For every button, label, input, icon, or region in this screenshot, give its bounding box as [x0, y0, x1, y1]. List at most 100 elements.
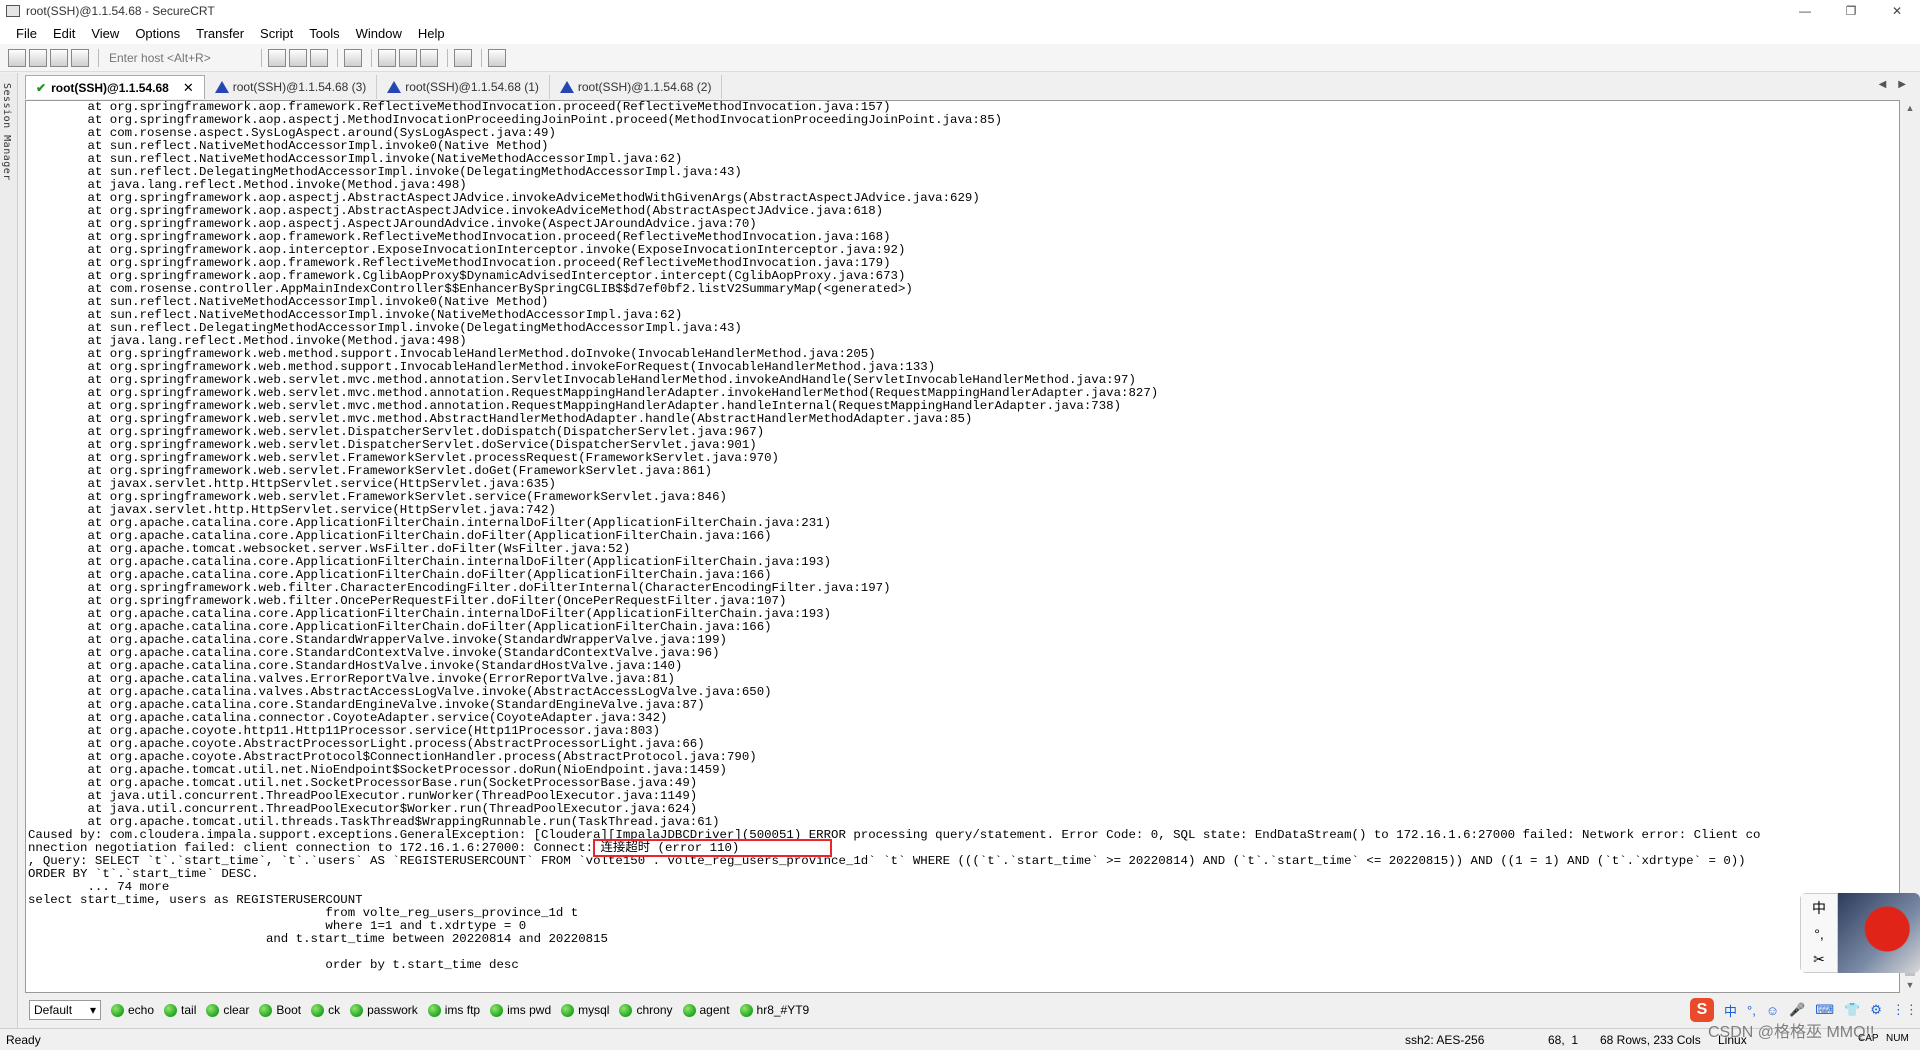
menu-transfer[interactable]: Transfer: [188, 26, 252, 41]
cmd-button-tail[interactable]: tail: [160, 1003, 202, 1017]
global-options-icon[interactable]: [399, 48, 417, 67]
cmd-button-chrony[interactable]: chrony: [615, 1003, 678, 1017]
floating-ime-widget[interactable]: 中 °, ✂: [1800, 893, 1920, 973]
cmd-button-hr8[interactable]: hr8_#YT9: [736, 1003, 816, 1017]
key-icon[interactable]: [420, 48, 438, 67]
cmd-button-label: tail: [181, 1003, 197, 1017]
menu-edit[interactable]: Edit: [45, 26, 83, 41]
status-cipher: ssh2: AES-256: [1405, 1033, 1485, 1047]
window-controls: — ❐ ✕: [1782, 0, 1920, 22]
cmd-button-agent[interactable]: agent: [679, 1003, 736, 1017]
cmd-button-ims-pwd[interactable]: ims pwd: [486, 1003, 557, 1017]
quick-connect-icon[interactable]: [29, 48, 47, 67]
help-icon[interactable]: [454, 48, 472, 67]
toolbar-separator: [447, 48, 448, 67]
reconnect-icon[interactable]: [50, 48, 68, 67]
host-input[interactable]: [105, 47, 255, 68]
ime-punctuation-icon[interactable]: °,: [1747, 1003, 1756, 1018]
terminal-output[interactable]: at org.springframework.aop.framework.Ref…: [25, 100, 1900, 993]
cmd-button-label: ims ftp: [444, 1003, 481, 1017]
ime-keyboard-icon[interactable]: ⌨: [1815, 1002, 1834, 1018]
close-tab-icon[interactable]: ✕: [183, 80, 194, 96]
tab-session-2[interactable]: root(SSH)@1.1.54.68 (2): [550, 75, 723, 99]
ime-scissors-icon[interactable]: ✂: [1813, 951, 1825, 968]
menu-view[interactable]: View: [83, 26, 127, 41]
terminal-scrollbar[interactable]: ▲ ▼: [1902, 100, 1918, 993]
green-dot-icon: [682, 1003, 696, 1017]
cmd-button-label: ims pwd: [507, 1003, 552, 1017]
paste-icon[interactable]: [289, 48, 307, 67]
toolbar-separator: [481, 48, 482, 67]
scroll-up-icon[interactable]: ▲: [1902, 100, 1918, 116]
cmd-button-boot[interactable]: Boot: [255, 1003, 307, 1017]
green-dot-icon: [490, 1003, 504, 1017]
scroll-down-icon[interactable]: ▼: [1902, 977, 1918, 993]
tab-label: root(SSH)@1.1.54.68 (1): [405, 80, 539, 94]
copy-icon[interactable]: [268, 48, 286, 67]
cmd-button-passwork[interactable]: passwork: [346, 1003, 424, 1017]
tab-scroll-right-icon[interactable]: ▶: [1898, 79, 1906, 90]
warning-icon: [559, 81, 574, 93]
status-num: NUM: [1886, 1033, 1909, 1044]
window-title: root(SSH)@1.1.54.68 - SecureCRT: [26, 4, 215, 18]
restore-button[interactable]: ❐: [1828, 0, 1874, 22]
error-highlight-box: [593, 839, 832, 857]
minimize-button[interactable]: —: [1782, 0, 1828, 22]
title-bar: root(SSH)@1.1.54.68 - SecureCRT — ❐ ✕: [0, 0, 1920, 22]
warning-icon: [214, 81, 229, 93]
session-manager-panel[interactable]: Session Manager: [0, 73, 18, 1028]
connect-icon[interactable]: [8, 48, 26, 67]
terminal-line: and t.start_time between 20220814 and 20…: [28, 932, 608, 946]
green-dot-icon: [619, 1003, 633, 1017]
cmd-button-mysql[interactable]: mysql: [557, 1003, 615, 1017]
cmd-button-ims-ftp[interactable]: ims ftp: [424, 1003, 486, 1017]
toolbar-separator: [337, 48, 338, 67]
terminal-line: , Query: SELECT `t`.`start_time`, `t`.`u…: [28, 854, 1746, 868]
cmd-button-echo[interactable]: echo: [107, 1003, 160, 1017]
menu-script[interactable]: Script: [252, 26, 301, 41]
status-bar: Ready ssh2: AES-256 68, 1 68 Rows, 233 C…: [0, 1028, 1920, 1050]
disconnect-icon[interactable]: [71, 48, 89, 67]
button-bar-selector[interactable]: Default ▾: [29, 1000, 101, 1020]
cmd-button-label: hr8_#YT9: [756, 1003, 810, 1017]
tab-session-1[interactable]: root(SSH)@1.1.54.68 (1): [377, 75, 550, 99]
menu-file[interactable]: File: [8, 26, 45, 41]
status-cursor-position: 68, 1: [1548, 1033, 1579, 1047]
chevron-down-icon: ▾: [89, 1003, 96, 1017]
cmd-button-label: clear: [223, 1003, 250, 1017]
close-button[interactable]: ✕: [1874, 0, 1920, 22]
ime-voice-icon[interactable]: 🎤: [1789, 1002, 1805, 1018]
cmd-button-clear[interactable]: clear: [202, 1003, 255, 1017]
menu-window[interactable]: Window: [348, 26, 410, 41]
green-dot-icon: [206, 1003, 220, 1017]
tab-session-active[interactable]: ✔ root(SSH)@1.1.54.68 ✕: [25, 75, 205, 99]
ime-chinese-icon[interactable]: 中: [1724, 1001, 1737, 1020]
toolbar-separator: [371, 48, 372, 67]
session-options-icon[interactable]: [378, 48, 396, 67]
status-terminal-size: 68 Rows, 233 Cols: [1600, 1033, 1701, 1047]
ime-punctuation[interactable]: °,: [1814, 926, 1824, 942]
find-icon[interactable]: [310, 48, 328, 67]
ime-emoji-icon[interactable]: ☺: [1766, 1003, 1779, 1018]
session-manager-label[interactable]: Session Manager: [1, 83, 12, 181]
keymap-icon[interactable]: [488, 48, 506, 67]
tab-scroll-left-icon[interactable]: ◀: [1879, 79, 1887, 90]
ime-settings-icon[interactable]: ⚙: [1870, 1002, 1882, 1018]
menu-options[interactable]: Options: [127, 26, 188, 41]
ime-vertical-bar[interactable]: 中 °, ✂: [1800, 893, 1838, 973]
terminal-text: at org.springframework.aop.framework.Ref…: [28, 101, 1761, 972]
menu-help[interactable]: Help: [410, 26, 453, 41]
print-icon[interactable]: [344, 48, 362, 67]
tab-label: root(SSH)@1.1.54.68 (3): [232, 80, 367, 94]
ime-skin-icon[interactable]: 👕: [1844, 1002, 1860, 1018]
cmd-button-ck[interactable]: ck: [307, 1003, 346, 1017]
green-dot-icon: [259, 1003, 273, 1017]
menu-tools[interactable]: Tools: [301, 26, 347, 41]
tab-session-3[interactable]: root(SSH)@1.1.54.68 (3): [205, 75, 378, 99]
ime-toolbox-icon[interactable]: ⋮⋮: [1892, 1002, 1918, 1018]
button-bar: Default ▾ echo tail clear Boot ck passwo…: [25, 997, 1715, 1023]
green-dot-icon: [111, 1003, 124, 1017]
ime-skin-image: [1838, 893, 1920, 973]
ime-chinese-mode[interactable]: 中: [1812, 898, 1826, 918]
session-tabs: ✔ root(SSH)@1.1.54.68 ✕ root(SSH)@1.1.54…: [25, 73, 1920, 99]
